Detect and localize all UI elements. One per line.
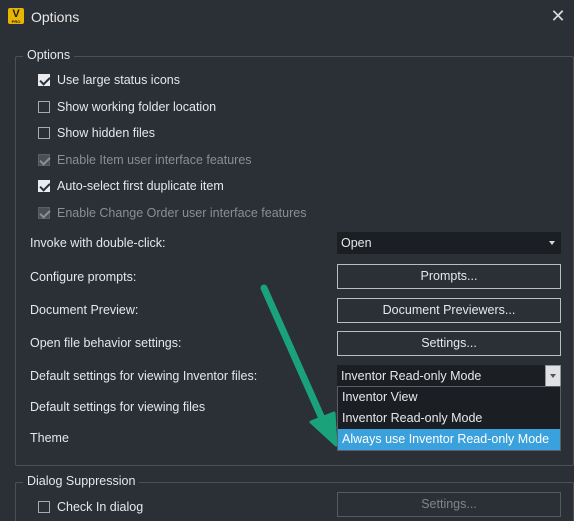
- dropdown-option-read-only-mode[interactable]: Inventor Read-only Mode: [338, 408, 560, 429]
- checkbox-icon[interactable]: [38, 501, 50, 513]
- inventor-viewing-value: Inventor Read-only Mode: [341, 369, 482, 383]
- checkbox-icon: [38, 207, 50, 219]
- document-previewers-button[interactable]: Document Previewers...: [337, 298, 561, 323]
- invoke-double-click-label: Invoke with double-click:: [30, 236, 166, 250]
- checkbox-show-working-folder-location[interactable]: Show working folder location: [38, 99, 216, 115]
- open-file-behavior-settings-button[interactable]: Settings...: [337, 331, 561, 356]
- dialog-suppression-legend: Dialog Suppression: [23, 474, 140, 488]
- checkbox-icon[interactable]: [38, 127, 50, 139]
- checkbox-label: Check In dialog: [57, 500, 144, 514]
- checkbox-label: Auto-select first duplicate item: [57, 179, 224, 193]
- checkbox-icon: [38, 154, 50, 166]
- window-title: Options: [31, 9, 80, 25]
- open-file-behavior-label: Open file behavior settings:: [30, 336, 182, 350]
- options-group-legend: Options: [23, 48, 75, 62]
- checkbox-enable-change-order-ui: Enable Change Order user interface featu…: [38, 205, 306, 221]
- checkbox-enable-item-ui: Enable Item user interface features: [38, 152, 252, 168]
- checkbox-check-in-dialog[interactable]: Check In dialog: [38, 499, 143, 515]
- checkbox-label: Show hidden files: [57, 126, 155, 140]
- title-bar: V PRO Options ✕: [0, 0, 574, 33]
- checkbox-label: Enable Item user interface features: [57, 153, 252, 167]
- checkbox-icon[interactable]: [38, 180, 50, 192]
- vault-app-icon: V PRO: [8, 8, 24, 24]
- checkbox-show-hidden-files[interactable]: Show hidden files: [38, 125, 155, 141]
- configure-prompts-label: Configure prompts:: [30, 270, 137, 284]
- viewing-files-label: Default settings for viewing files: [30, 400, 206, 414]
- chevron-down-icon[interactable]: [549, 241, 555, 245]
- dropdown-option-inventor-view[interactable]: Inventor View: [338, 387, 560, 408]
- checkbox-icon[interactable]: [38, 101, 50, 113]
- app-icon-sub: PRO: [11, 19, 21, 24]
- theme-label: Theme: [30, 431, 69, 445]
- close-button[interactable]: ✕: [548, 6, 568, 26]
- inventor-viewing-label: Default settings for viewing Inventor fi…: [30, 369, 258, 383]
- checkbox-auto-select-first-duplicate[interactable]: Auto-select first duplicate item: [38, 178, 224, 194]
- checkbox-label: Enable Change Order user interface featu…: [57, 206, 307, 220]
- dropdown-toggle-button[interactable]: [545, 365, 561, 387]
- prompts-button[interactable]: Prompts...: [337, 264, 561, 289]
- invoke-double-click-value: Open: [341, 236, 372, 250]
- invoke-double-click-select[interactable]: Open: [337, 232, 561, 254]
- document-preview-label: Document Preview:: [30, 303, 139, 317]
- checkbox-use-large-status-icons[interactable]: Use large status icons: [38, 72, 180, 88]
- dialog-suppression-settings-button: Settings...: [337, 492, 561, 517]
- checkbox-label: Show working folder location: [57, 100, 217, 114]
- inventor-viewing-select[interactable]: Inventor Read-only Mode: [337, 365, 561, 387]
- checkbox-icon[interactable]: [38, 74, 50, 86]
- inventor-viewing-dropdown-list: Inventor View Inventor Read-only Mode Al…: [337, 386, 561, 451]
- checkbox-label: Use large status icons: [57, 73, 180, 87]
- dropdown-option-always-read-only[interactable]: Always use Inventor Read-only Mode: [338, 429, 560, 450]
